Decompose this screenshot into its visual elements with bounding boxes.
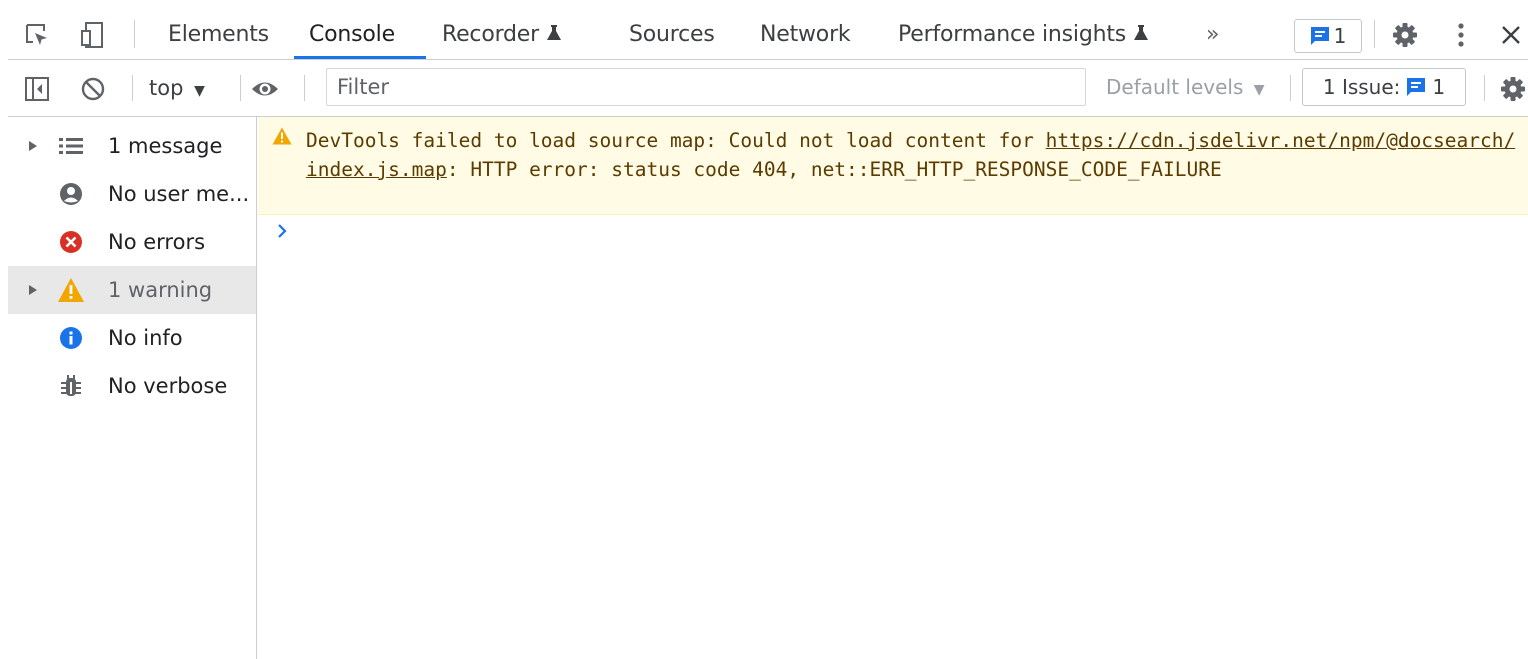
issues-button-count: 1	[1432, 75, 1446, 99]
live-expression-eye-icon[interactable]	[250, 74, 280, 104]
sidebar-item-label: No user me...	[108, 182, 250, 206]
sidebar-item-warnings[interactable]: 1 warning	[8, 266, 256, 314]
log-levels-dropdown[interactable]: Default levels ▼	[1106, 75, 1265, 99]
bug-icon	[57, 372, 85, 400]
tab-network[interactable]: Network	[760, 22, 851, 47]
tab-sources[interactable]: Sources	[629, 22, 715, 47]
console-prompt-chevron-icon[interactable]	[276, 223, 288, 243]
tab-recorder[interactable]: Recorder	[442, 22, 562, 47]
issues-button[interactable]: 1 Issue: 1	[1302, 68, 1466, 106]
filter-input[interactable]	[326, 68, 1086, 106]
tab-elements[interactable]: Elements	[168, 22, 269, 47]
issues-button-label: 1 Issue:	[1322, 75, 1401, 99]
experimental-flask-icon	[1133, 25, 1148, 40]
divider	[304, 75, 305, 101]
issues-badge-button[interactable]: 1	[1294, 19, 1362, 53]
warning-icon	[57, 276, 85, 304]
show-sidebar-icon[interactable]	[22, 74, 52, 104]
kebab-menu-icon[interactable]	[1446, 20, 1476, 50]
warning-icon	[272, 127, 292, 145]
sidebar-item-user-messages[interactable]: No user me...	[8, 170, 256, 218]
divider	[1374, 20, 1375, 48]
tab-console[interactable]: Console	[309, 22, 395, 47]
console-settings-gear-icon[interactable]	[1500, 74, 1528, 104]
issue-message-icon	[1310, 27, 1329, 45]
tab-performance-insights[interactable]: Performance insights	[898, 22, 1149, 47]
info-icon	[57, 324, 85, 352]
experimental-flask-icon	[546, 25, 561, 40]
sidebar-item-verbose[interactable]: No verbose	[8, 362, 256, 410]
sidebar-item-label: No verbose	[108, 374, 228, 398]
issues-badge-count: 1	[1333, 24, 1347, 48]
clear-console-icon[interactable]	[78, 74, 108, 104]
tab-recorder-label: Recorder	[442, 22, 539, 47]
error-icon	[57, 228, 85, 256]
warning-suffix-text: : HTTP error: status code 404, net::ERR_…	[446, 158, 1222, 181]
console-sidebar: 1 message No user me... No errors 1 warn…	[8, 117, 257, 659]
divider	[134, 20, 135, 48]
user-icon	[57, 180, 85, 208]
tab-performance-insights-label: Performance insights	[898, 22, 1127, 47]
inspect-element-icon[interactable]	[22, 20, 52, 50]
more-tabs-chevron-icon[interactable]: »	[1206, 22, 1219, 47]
console-warning-message: DevTools failed to load source map: Coul…	[258, 117, 1528, 215]
dropdown-arrow-icon: ▼	[1253, 82, 1265, 98]
dropdown-arrow-icon: ▼	[194, 83, 205, 99]
sidebar-item-label: No errors	[108, 230, 206, 254]
sidebar-item-label: 1 message	[108, 134, 223, 158]
expand-arrow-icon[interactable]	[28, 140, 38, 152]
warning-message-text: DevTools failed to load source map: Coul…	[306, 126, 1516, 184]
sidebar-item-messages[interactable]: 1 message	[8, 122, 256, 170]
sidebar-item-errors[interactable]: No errors	[8, 218, 256, 266]
settings-gear-icon[interactable]	[1390, 20, 1420, 50]
issue-message-icon	[1407, 78, 1426, 96]
console-output: DevTools failed to load source map: Coul…	[258, 117, 1528, 659]
log-levels-label: Default levels	[1106, 75, 1244, 99]
expand-arrow-icon[interactable]	[28, 284, 38, 296]
sidebar-item-label: No info	[108, 326, 183, 350]
divider	[1484, 75, 1485, 101]
active-tab-indicator	[294, 56, 426, 59]
divider	[132, 75, 133, 101]
device-toolbar-icon[interactable]	[78, 20, 108, 50]
context-selector[interactable]: top ▼	[149, 76, 205, 100]
context-selector-label: top	[149, 76, 184, 100]
warning-prefix-text: DevTools failed to load source map: Coul…	[306, 129, 1046, 152]
sidebar-item-info[interactable]: No info	[8, 314, 256, 362]
list-icon	[57, 132, 85, 160]
divider	[1290, 75, 1291, 101]
devtools-tab-bar: Elements Console Recorder Sources Networ…	[8, 10, 1528, 60]
sidebar-item-label: 1 warning	[108, 278, 213, 302]
divider	[240, 75, 241, 101]
console-toolbar: top ▼ Default levels ▼ 1 Issue: 1	[8, 61, 1528, 117]
close-icon[interactable]	[1496, 20, 1526, 50]
